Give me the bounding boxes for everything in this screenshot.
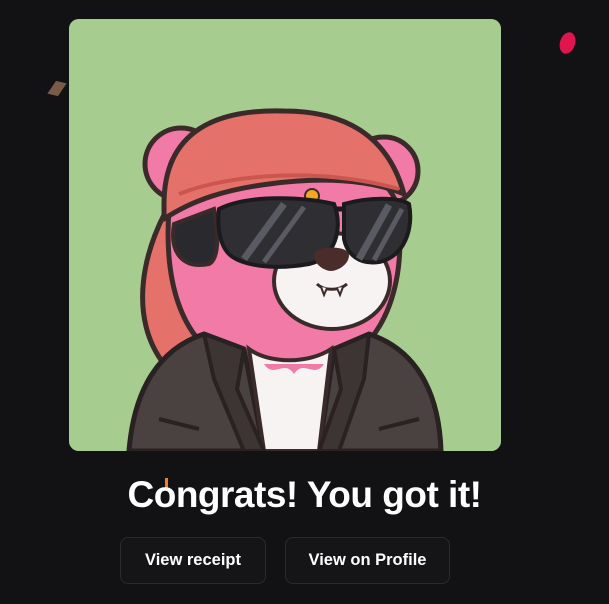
confetti-piece xyxy=(47,80,67,97)
confetti-piece xyxy=(556,30,579,56)
success-headline: Congrats! You got it! xyxy=(127,474,482,515)
nft-artwork-card xyxy=(69,19,501,451)
bear-nft-image xyxy=(69,19,501,451)
view-receipt-button[interactable]: View receipt xyxy=(120,537,266,584)
view-on-profile-button[interactable]: View on Profile xyxy=(285,537,450,584)
purchase-success-screen: Congrats! You got it! View receipt View … xyxy=(0,0,609,604)
